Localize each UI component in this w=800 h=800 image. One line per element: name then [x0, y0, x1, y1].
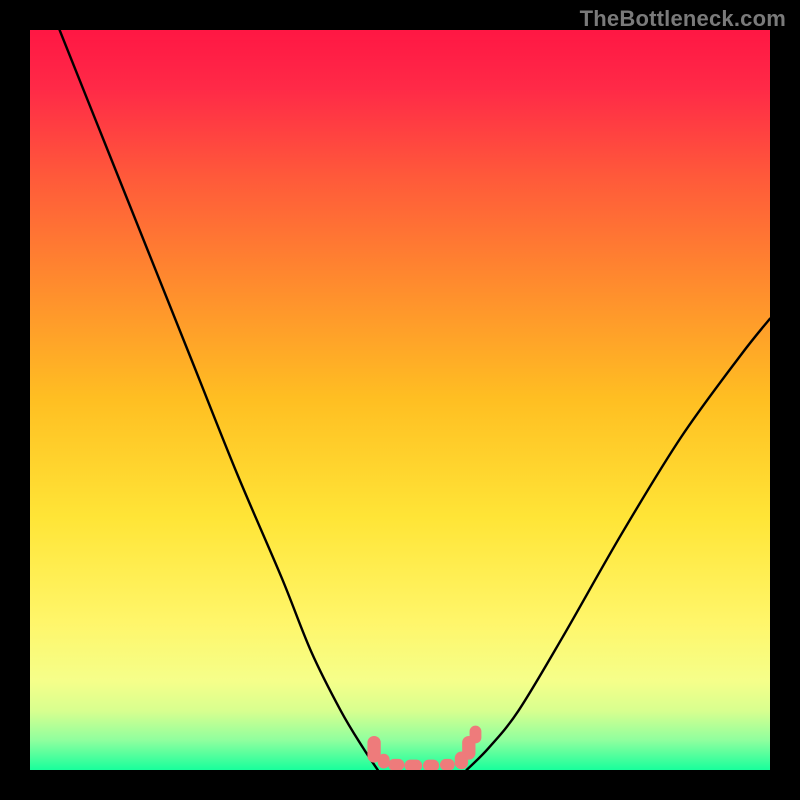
marker-8 — [470, 726, 482, 744]
chart-background — [30, 30, 770, 770]
marker-2 — [388, 759, 404, 770]
watermark-text: TheBottleneck.com — [580, 6, 786, 32]
marker-1 — [378, 754, 390, 769]
marker-4 — [423, 760, 439, 770]
chart-svg — [30, 30, 770, 770]
marker-5 — [440, 759, 455, 770]
marker-3 — [404, 760, 422, 770]
chart-plot-area — [30, 30, 770, 770]
chart-frame: TheBottleneck.com — [0, 0, 800, 800]
